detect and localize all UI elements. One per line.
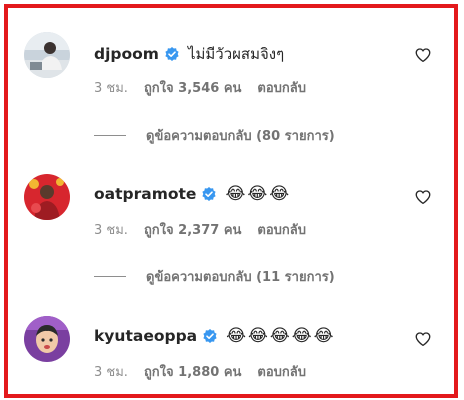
reply-button[interactable]: ตอบกลับ <box>257 77 306 98</box>
verified-badge-icon <box>202 187 217 201</box>
avatar[interactable] <box>24 316 70 362</box>
avatar-photo-icon <box>24 174 70 220</box>
view-replies-label: ดูข้อความตอบกลับ (80 รายการ) <box>146 129 335 144</box>
laughing-emoji-icon: 😂 <box>248 326 268 346</box>
username[interactable]: djpoom <box>94 45 159 63</box>
replies-divider-line <box>94 135 126 136</box>
like-heart-icon[interactable] <box>414 188 432 206</box>
avatar[interactable] <box>24 32 70 78</box>
comments-panel: djpoom ไม่มีวัวผสมจิงๆ 3 ชม. ถูกใจ 3,546… <box>4 4 458 398</box>
comment-time: 3 ชม. <box>94 223 128 238</box>
verified-badge-icon <box>203 329 217 343</box>
laughing-emoji-icon: 😂 <box>313 326 334 346</box>
like-heart-icon[interactable] <box>414 330 432 348</box>
reply-button[interactable]: ตอบกลับ <box>257 219 306 240</box>
comment-item: oatpramote 😂 😂 😂 3 ชม. ถูกใจ 2,377 คน ตอ… <box>8 174 454 238</box>
comment-item: kyutaeoppa 😂 😂 😂 😂 😂 3 ชม. ถูกใจ 1,880 ค… <box>8 316 454 380</box>
avatar-photo-icon <box>24 316 70 362</box>
like-count[interactable]: ถูกใจ 2,377 คน <box>144 219 241 240</box>
username[interactable]: kyutaeoppa <box>94 327 197 345</box>
view-replies-label: ดูข้อความตอบกลับ (11 รายการ) <box>146 270 335 285</box>
comment-item: djpoom ไม่มีวัวผสมจิงๆ 3 ชม. ถูกใจ 3,546… <box>8 32 454 96</box>
reply-button[interactable]: ตอบกลับ <box>257 361 306 382</box>
laughing-emoji-icon: 😂 <box>247 184 268 204</box>
laughing-emoji-icon: 😂 <box>269 326 290 346</box>
like-count[interactable]: ถูกใจ 1,880 คน <box>144 361 241 382</box>
username[interactable]: oatpramote <box>94 185 196 203</box>
replies-divider-line <box>94 276 126 277</box>
laughing-emoji-icon: 😂 <box>226 326 247 346</box>
comment-time: 3 ชม. <box>94 365 128 380</box>
comment-time: 3 ชม. <box>94 81 128 96</box>
like-heart-icon[interactable] <box>414 46 432 64</box>
comment-text: ไม่มีวัวผสมจิงๆ <box>187 45 285 63</box>
avatar[interactable] <box>24 174 70 220</box>
view-replies-button[interactable]: ดูข้อความตอบกลับ (11 รายการ) <box>94 266 335 287</box>
laughing-emoji-icon: 😂 <box>225 184 246 204</box>
laughing-emoji-icon: 😂 <box>269 184 290 204</box>
like-count[interactable]: ถูกใจ 3,546 คน <box>144 77 241 98</box>
verified-badge-icon <box>165 47 179 61</box>
view-replies-button[interactable]: ดูข้อความตอบกลับ (80 รายการ) <box>94 125 335 146</box>
laughing-emoji-icon: 😂 <box>291 326 312 346</box>
avatar-photo-icon <box>24 32 70 78</box>
